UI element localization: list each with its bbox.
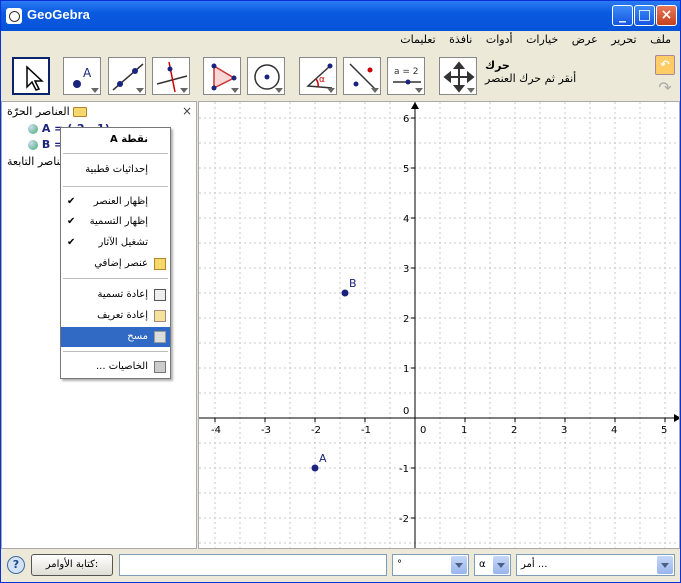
- check-icon: ✔: [67, 237, 76, 248]
- coordinate-plane[interactable]: -4 -3 -2 -1 0 1 2 3 4 5 6 5 4 3 2 1 -1 -2 0 A B: [199, 102, 680, 549]
- svg-text:A: A: [83, 66, 92, 80]
- check-icon: ✔: [67, 196, 76, 207]
- graphics-view[interactable]: -4 -3 -2 -1 0 1 2 3 4 5 6 5 4 3 2 1 -1 -2 0 A B: [198, 101, 680, 549]
- close-button[interactable]: ×: [656, 5, 677, 26]
- command-input-field[interactable]: [119, 554, 387, 576]
- menu-item-show-object[interactable]: ✔ إظهار العنصر: [61, 192, 170, 212]
- menu-item-delete[interactable]: مسح: [61, 327, 170, 347]
- command-list-combo[interactable]: أمر ...: [516, 554, 675, 576]
- x-tick-label: 3: [561, 425, 567, 436]
- input-bar: ? كتابة الأوامر: ° α أمر ...: [1, 550, 680, 582]
- line-tool-button[interactable]: [108, 57, 146, 95]
- undo-icon: ↶: [660, 58, 670, 71]
- command-input-button[interactable]: كتابة الأوامر:: [31, 554, 113, 576]
- x-tick-label: -2: [311, 425, 321, 436]
- menu-item-properties[interactable]: الخاصيات ...: [61, 357, 170, 377]
- context-menu: نقطة A إحداثيات قطبية ✔ إظهار العنصر ✔ إ…: [60, 127, 171, 379]
- redo-button[interactable]: ↷: [655, 79, 675, 99]
- polygon-tool-button[interactable]: [203, 57, 241, 95]
- menu-file[interactable]: ملف: [645, 31, 676, 48]
- free-objects-label: العناصر الحرّة: [7, 105, 70, 118]
- y-tick-label: 0: [403, 406, 409, 417]
- symbol-combo[interactable]: °: [392, 554, 469, 576]
- arrow-cursor-icon: [26, 65, 44, 91]
- tool-hint-text: أنقر ثم حرك العنصر: [485, 72, 577, 85]
- geogebra-window: GeoGebra _ □ × ملف تحرير عرض خيارات أدوا…: [0, 0, 681, 583]
- y-tick-label: 1: [403, 364, 409, 375]
- slider-tool-button[interactable]: a = 2: [387, 57, 425, 95]
- move-view-tool-button[interactable]: [439, 57, 477, 95]
- rename-icon: [154, 289, 166, 301]
- point-tool-button[interactable]: A: [63, 57, 101, 95]
- pencil-icon: [154, 310, 166, 322]
- menu-edit[interactable]: تحرير: [606, 31, 641, 48]
- x-tick-label: 0: [420, 425, 426, 436]
- menu-window[interactable]: نافذة: [444, 31, 477, 48]
- y-axis-arrow: [411, 102, 419, 109]
- menu-options[interactable]: خيارات: [521, 31, 563, 48]
- x-tick-label: 2: [511, 425, 517, 436]
- y-tick-label: 2: [403, 314, 409, 325]
- point-b[interactable]: [341, 289, 349, 297]
- menu-view[interactable]: عرض: [567, 31, 603, 48]
- x-tick-label: -3: [261, 425, 271, 436]
- x-tick-label: -4: [211, 425, 221, 436]
- y-tick-label: 4: [403, 214, 409, 225]
- greek-letter-combo[interactable]: α: [474, 554, 511, 576]
- y-tick-label: -2: [399, 514, 409, 525]
- point-label-a: A: [319, 452, 327, 465]
- redo-icon: ↷: [658, 78, 672, 97]
- context-menu-header: نقطة A: [61, 130, 170, 150]
- menu-item-show-label[interactable]: ✔ إظهار التسمية: [61, 212, 170, 232]
- window-title: GeoGebra: [27, 7, 90, 22]
- y-tick-label: -1: [399, 464, 409, 475]
- visibility-toggle-icon[interactable]: [28, 140, 38, 150]
- menu-item-redefine[interactable]: إعادة تعريف: [61, 306, 170, 326]
- reflect-tool-button[interactable]: [343, 57, 381, 95]
- menu-item-trace-on[interactable]: ✔ تشغيل الآثار: [61, 233, 170, 253]
- geogebra-app-icon: [6, 8, 22, 24]
- circle-tool-button[interactable]: [247, 57, 285, 95]
- free-objects-folder[interactable]: العناصر الحرّة: [7, 105, 88, 118]
- y-tick-label: 5: [403, 164, 409, 175]
- menu-item-rename[interactable]: إعادة تسمية: [61, 285, 170, 305]
- slider-label: a = 2: [394, 67, 419, 77]
- chevron-down-icon[interactable]: [451, 556, 467, 574]
- angle-tool-button[interactable]: α: [299, 57, 337, 95]
- check-icon: ✔: [67, 216, 76, 227]
- algebra-close-icon[interactable]: ×: [182, 104, 192, 118]
- chevron-down-icon[interactable]: [493, 556, 509, 574]
- move-tool-button[interactable]: [12, 57, 50, 95]
- minimize-button[interactable]: _: [612, 5, 633, 26]
- folder-icon: [154, 258, 166, 270]
- perpendicular-tool-button[interactable]: [152, 57, 190, 95]
- y-tick-label: 6: [403, 114, 409, 125]
- y-tick-label: 3: [403, 264, 409, 275]
- help-icon[interactable]: ?: [7, 556, 25, 574]
- x-tick-label: -1: [361, 425, 371, 436]
- tool-hint-title: حرك: [485, 59, 510, 72]
- eraser-icon: [154, 331, 166, 343]
- chevron-down-icon[interactable]: [657, 556, 673, 574]
- menu-item-auxiliary-object[interactable]: عنصر إضافي: [61, 254, 170, 274]
- x-axis-arrow: [674, 414, 679, 422]
- menu-item-polar-coords[interactable]: إحداثيات قطبية: [61, 160, 170, 180]
- maximize-button[interactable]: □: [634, 5, 655, 26]
- undo-button[interactable]: ↶: [655, 55, 675, 75]
- point-label-b: B: [349, 277, 357, 290]
- folder-icon: [73, 107, 88, 117]
- menu-tools[interactable]: أدوات: [481, 31, 518, 48]
- tool-hint: حرك أنقر ثم حرك العنصر: [485, 59, 625, 85]
- menu-help[interactable]: تعليمات: [395, 31, 440, 48]
- visibility-toggle-icon[interactable]: [28, 124, 38, 134]
- x-tick-label: 5: [661, 425, 667, 436]
- title-bar[interactable]: GeoGebra _ □ ×: [1, 1, 680, 31]
- point-a[interactable]: [311, 464, 319, 472]
- properties-icon: [154, 361, 166, 373]
- menu-bar: ملف تحرير عرض خيارات أدوات نافذة تعليمات: [1, 31, 680, 49]
- svg-text:α: α: [319, 75, 325, 85]
- x-tick-label: 4: [611, 425, 617, 436]
- x-tick-label: 1: [461, 425, 467, 436]
